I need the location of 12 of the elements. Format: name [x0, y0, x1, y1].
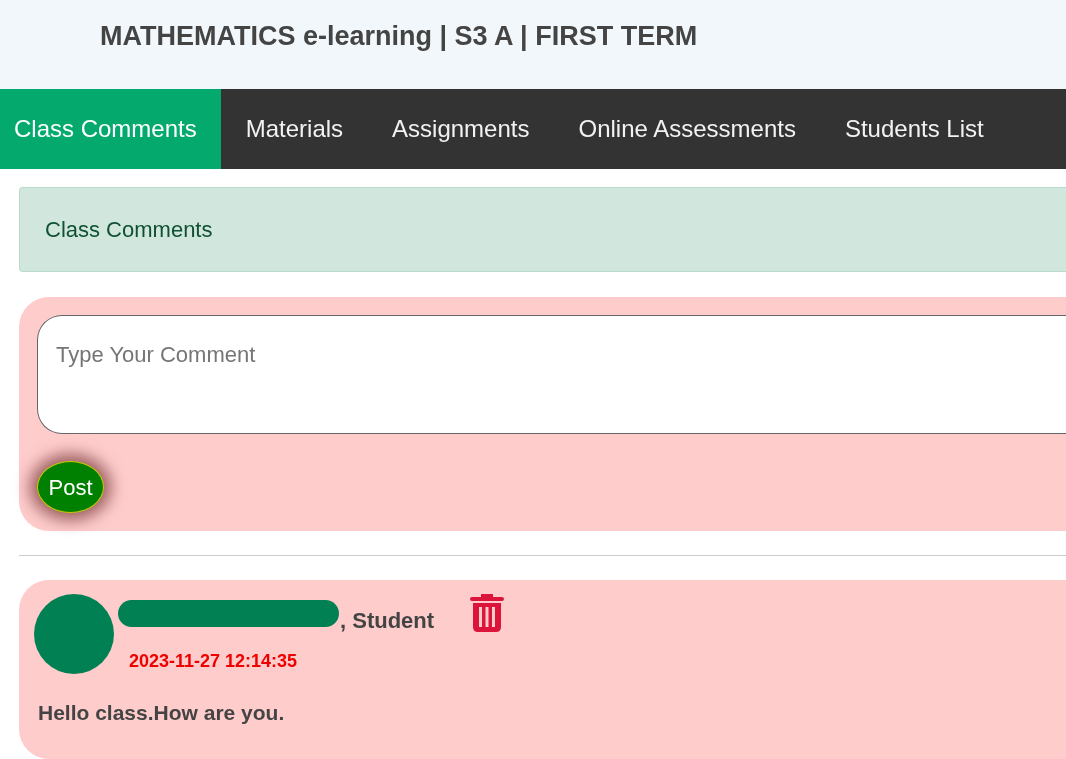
section-heading: Class Comments: [45, 216, 213, 244]
trash-icon[interactable]: [470, 594, 505, 632]
nav-tab[interactable]: Online Assessments: [553, 89, 821, 169]
comment-timestamp: 2023-11-27 12:14:35: [129, 650, 298, 673]
comment-input[interactable]: Type Your Comment: [37, 315, 1066, 434]
nav-tab[interactable]: Materials: [221, 89, 368, 169]
post-button[interactable]: Post: [37, 461, 104, 513]
nav-tab[interactable]: Assignments: [367, 89, 554, 169]
comment-text: Hello class.How are you.: [38, 700, 286, 726]
author-role: , Student: [340, 607, 435, 635]
page-title: MATHEMATICS e-learning | S3 A | FIRST TERM: [100, 20, 698, 53]
nav-tab[interactable]: Students List: [820, 89, 1009, 169]
